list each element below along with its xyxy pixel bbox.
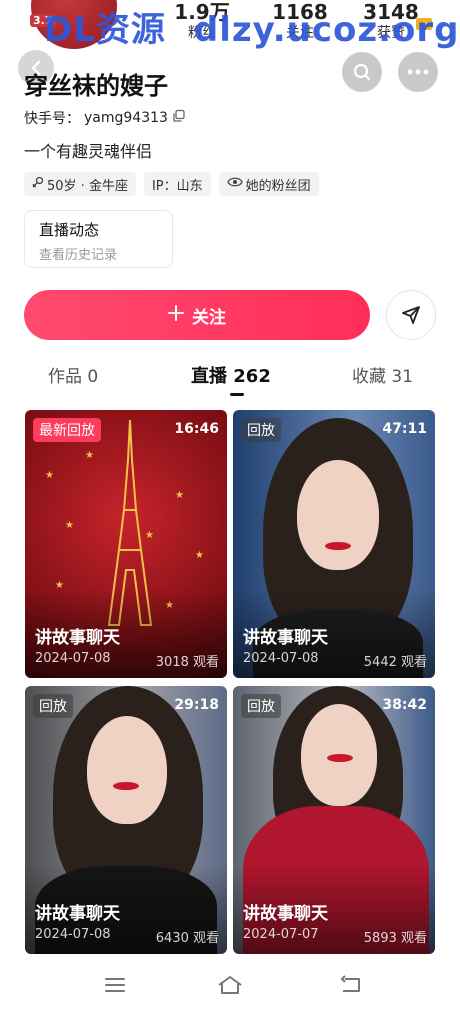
person-image <box>87 716 167 824</box>
replay-badge: 最新回放 <box>33 418 101 442</box>
video-views: 5893 观看 <box>363 931 427 946</box>
video-title: 讲故事聊天 <box>243 628 328 648</box>
person-image <box>297 460 379 570</box>
video-card[interactable]: ★ ★ ★ ★ ★ ★ ★ ★ 最新回放 16:46 讲故事聊天 2024-07… <box>25 410 227 678</box>
video-title: 讲故事聊天 <box>35 904 120 924</box>
watermark-cn: DL资源 <box>44 10 166 50</box>
watermark-url: dlzy.ucoz.org <box>193 10 460 50</box>
tab-works[interactable]: 作品 0 <box>48 362 98 387</box>
video-date: 2024-07-08 <box>35 651 111 666</box>
video-date: 2024-07-07 <box>243 927 319 942</box>
ip-tag-text: IP：山东 <box>151 178 203 194</box>
age-tag: 50岁 · 金牛座 <box>24 172 136 196</box>
tab-favorites[interactable]: 收藏 31 <box>352 362 413 387</box>
video-duration: 16:46 <box>174 421 219 437</box>
more-dots-icon <box>407 69 429 75</box>
profile-name: 穿丝袜的嫂子 <box>24 72 168 100</box>
profile-header: 3.7 1.9万 粉丝 1168 关注 3148 获赞 ☆ DL资源 dlzy.u… <box>0 0 460 52</box>
video-duration: 47:11 <box>382 421 427 437</box>
video-views: 6430 观看 <box>155 931 219 946</box>
video-card[interactable]: 回放 47:11 讲故事聊天 2024-07-08 5442 观看 <box>233 410 435 678</box>
profile-tags: 50岁 · 金牛座 IP：山东 她的粉丝团 <box>24 172 319 196</box>
video-card[interactable]: 回放 38:42 讲故事聊天 2024-07-07 5893 观看 <box>233 686 435 954</box>
follow-button[interactable]: 关注 <box>24 290 370 340</box>
video-duration: 29:18 <box>174 697 219 713</box>
replay-badge: 回放 <box>33 694 73 718</box>
video-views: 5442 观看 <box>363 655 427 670</box>
replay-badge: 回放 <box>241 694 281 718</box>
menu-icon <box>105 978 125 992</box>
home-icon <box>218 976 242 994</box>
live-history-subtitle: 查看历史记录 <box>39 248 118 263</box>
kuaishou-id-row: 快手号： yamg94313 <box>24 108 186 128</box>
kuaishou-id-label: 快手号： <box>24 111 80 127</box>
system-nav-bar <box>0 960 460 1011</box>
watermark: DL资源 dlzy.ucoz.org <box>44 2 460 51</box>
follow-label: 关注 <box>192 307 226 328</box>
video-duration: 38:42 <box>382 697 427 713</box>
send-icon <box>402 306 420 324</box>
return-icon <box>341 975 360 992</box>
video-views: 3018 观看 <box>155 655 219 670</box>
live-history-card[interactable]: 直播动态 查看历史记录 <box>24 210 173 268</box>
video-date: 2024-07-08 <box>35 927 111 942</box>
video-meta: 2024-07-07 5893 观看 <box>243 927 427 946</box>
replay-badge: 回放 <box>241 418 281 442</box>
fan-group-icon <box>226 176 243 192</box>
plus-icon <box>168 304 184 326</box>
video-meta: 2024-07-08 6430 观看 <box>35 927 219 946</box>
share-button[interactable] <box>386 290 436 340</box>
recent-apps-button[interactable] <box>102 974 128 996</box>
live-history-title: 直播动态 <box>39 221 100 239</box>
home-button[interactable] <box>217 974 243 996</box>
age-tag-text: 50岁 · 金牛座 <box>47 178 128 194</box>
fan-group-tag[interactable]: 她的粉丝团 <box>218 172 319 196</box>
back-nav-button[interactable] <box>338 974 364 996</box>
active-tab-indicator <box>230 393 244 396</box>
search-button[interactable] <box>342 52 382 92</box>
video-date: 2024-07-08 <box>243 651 319 666</box>
video-card[interactable]: 回放 29:18 讲故事聊天 2024-07-08 6430 观看 <box>25 686 227 954</box>
video-meta: 2024-07-08 5442 观看 <box>243 651 427 670</box>
kuaishou-id: yamg94313 <box>84 110 168 126</box>
fan-group-tag-text: 她的粉丝团 <box>245 178 311 194</box>
video-title: 讲故事聊天 <box>35 628 120 648</box>
bio: 一个有趣灵魂伴侣 <box>24 142 153 161</box>
tab-live[interactable]: 直播 262 <box>191 362 271 388</box>
search-icon <box>353 63 371 81</box>
female-icon <box>32 176 44 192</box>
video-title: 讲故事聊天 <box>243 904 328 924</box>
ip-tag: IP：山东 <box>143 172 211 196</box>
video-meta: 2024-07-08 3018 观看 <box>35 651 219 670</box>
more-button[interactable] <box>398 52 438 92</box>
copy-icon[interactable] <box>172 109 186 127</box>
